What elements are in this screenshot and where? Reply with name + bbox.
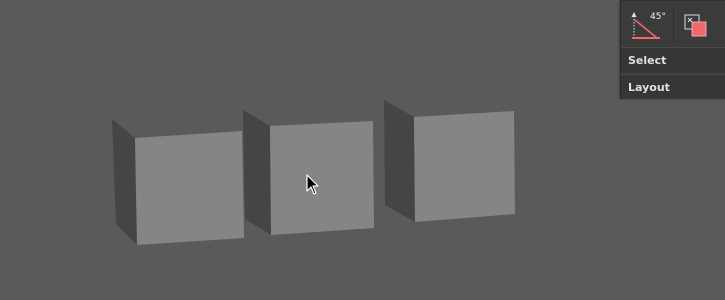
cube-1-front-face <box>135 131 244 245</box>
angle-snap-button[interactable]: 45° <box>624 6 670 44</box>
layout-section-header[interactable]: Layout <box>621 74 725 99</box>
tool-divider <box>673 6 674 42</box>
cube-3[interactable] <box>384 100 515 222</box>
select-section-header[interactable]: Select <box>621 47 725 72</box>
cube-2-side-face <box>243 110 271 235</box>
3d-viewport[interactable] <box>0 0 725 300</box>
tool-icon-row: 45° <box>621 0 725 46</box>
color-swatch-icon <box>684 14 707 37</box>
color-swatch-button[interactable] <box>677 6 723 44</box>
tool-panel: 45° Select Layout <box>620 0 725 99</box>
angle-snap-label: 45° <box>650 12 666 22</box>
scene-canvas[interactable] <box>0 0 725 300</box>
cube-2-front-face <box>270 121 374 235</box>
cube-3-side-face <box>384 100 415 222</box>
cube-1-side-face <box>112 119 137 245</box>
mouse-cursor-icon <box>306 174 319 195</box>
cube-1[interactable] <box>112 119 244 245</box>
cube-3-front-face <box>414 111 515 222</box>
cube-2[interactable] <box>243 110 374 235</box>
